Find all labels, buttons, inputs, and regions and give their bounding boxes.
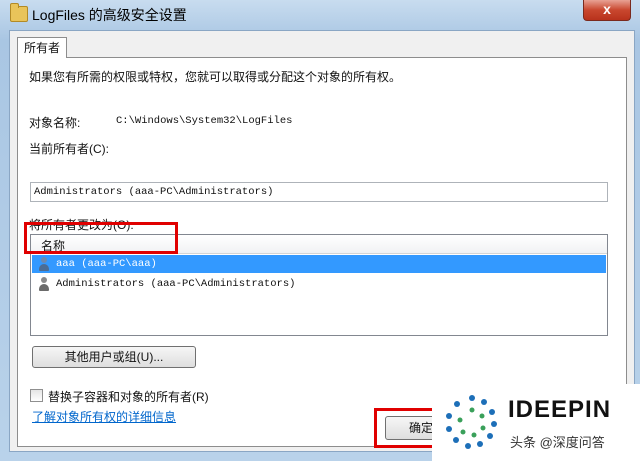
window-title: LogFiles 的高级安全设置 — [32, 7, 187, 23]
folder-icon — [10, 3, 28, 22]
ownership-details-link[interactable]: 了解对象所有权的详细信息 — [32, 408, 176, 425]
watermark: IDEEPIN 头条 @深度问答 — [432, 384, 640, 461]
column-header-name[interactable]: 名称 — [31, 235, 607, 254]
user-icon — [38, 257, 51, 271]
other-users-button[interactable]: 其他用户或组(U)... — [32, 346, 196, 368]
object-name-label: 对象名称: — [29, 116, 81, 130]
column-header-label: 名称 — [41, 239, 66, 253]
tab-owner[interactable]: 所有者 — [17, 37, 67, 58]
replace-owner-checkbox[interactable] — [30, 389, 43, 402]
replace-owner-label: 替换子容器和对象的所有者(R) — [48, 390, 209, 404]
list-item-label: Administrators (aaa-PC\Administrators) — [56, 278, 296, 290]
watermark-sub: 头条 @深度问答 — [510, 435, 605, 450]
watermark-brand: IDEEPIN — [508, 396, 612, 423]
group-icon — [38, 277, 51, 291]
object-name-value: C:\Windows\System32\LogFiles — [116, 115, 293, 127]
list-item-label: aaa (aaa-PC\aaa) — [56, 258, 157, 270]
watermark-logo-icon — [446, 395, 497, 449]
current-owner-label: 当前所有者(C): — [29, 142, 109, 156]
close-button[interactable]: x — [583, 0, 631, 21]
intro-text: 如果您有所需的权限或特权，您就可以取得或分配这个对象的所有权。 — [29, 70, 402, 84]
dialog-window: LogFiles 的高级安全设置 x 所有者 如果您有所需的权限或特权，您就可以… — [0, 0, 640, 461]
current-owner-value: Administrators (aaa-PC\Administrators) — [34, 186, 274, 198]
list-item[interactable]: aaa (aaa-PC\aaa) — [32, 255, 606, 273]
list-item[interactable]: Administrators (aaa-PC\Administrators) — [32, 275, 606, 293]
owner-list[interactable]: 名称 aaa (aaa-PC\aaa) Administrators (aaa-… — [30, 234, 608, 336]
current-owner-field: Administrators (aaa-PC\Administrators) — [30, 182, 608, 202]
change-owner-label: 将所有者更改为(O): — [29, 218, 134, 232]
title-bar[interactable]: LogFiles 的高级安全设置 x — [0, 0, 640, 28]
